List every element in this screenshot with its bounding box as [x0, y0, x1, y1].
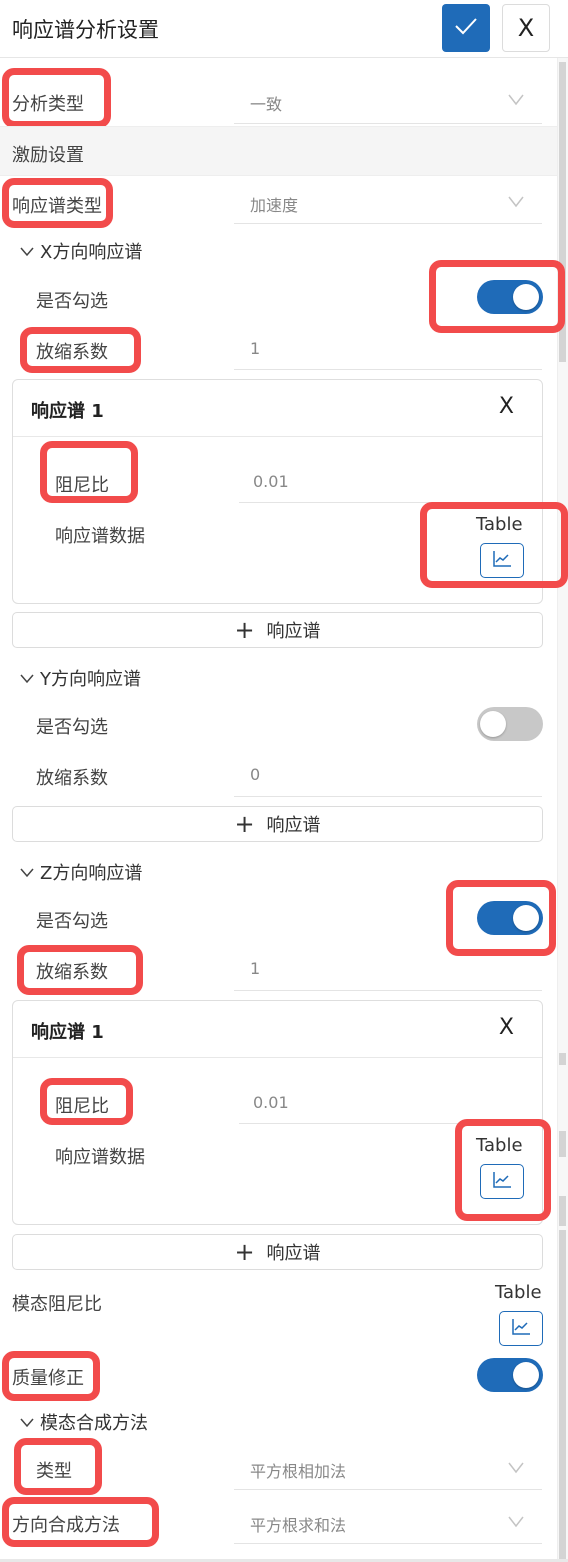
line-chart-icon — [511, 1318, 531, 1340]
chart-button[interactable] — [499, 1311, 543, 1346]
toggle-knob — [480, 711, 506, 737]
damping-ratio-label: 阻尼比 — [55, 475, 109, 496]
z-spectrum-card: 响应谱 1 X 阻尼比 0.01 响应谱数据 Table — [12, 1000, 543, 1225]
line-chart-icon — [492, 550, 512, 572]
y-scale-label: 放缩系数 — [36, 768, 108, 789]
close-button[interactable]: X — [502, 4, 550, 52]
add-spectrum-label: 响应谱 — [266, 1243, 321, 1264]
y-checked-label: 是否勾选 — [36, 717, 108, 738]
analysis-type-label: 分析类型 — [12, 94, 84, 115]
analysis-type-underline — [234, 123, 542, 124]
check-icon — [454, 16, 478, 40]
table-label: Table — [476, 1135, 523, 1156]
z-add-spectrum-button[interactable]: + 响应谱 — [12, 1234, 543, 1270]
modal-damping-label: 模态阻尼比 — [12, 1294, 102, 1315]
z-checked-toggle[interactable] — [477, 901, 543, 935]
spectrum-data-label: 响应谱数据 — [55, 1147, 145, 1168]
z-scale-input[interactable]: 1 — [250, 959, 260, 978]
scrollbar-thumb[interactable] — [559, 62, 566, 362]
modal-combination-header[interactable]: 模态合成方法 — [20, 1409, 148, 1435]
mass-correction-toggle[interactable] — [477, 1358, 543, 1392]
plus-icon: + — [234, 1238, 255, 1266]
scrollbar-marker — [559, 1131, 566, 1157]
chevron-down-icon — [20, 1412, 34, 1433]
x-add-spectrum-button[interactable]: + 响应谱 — [12, 612, 543, 648]
direction-combination-select[interactable]: 平方根求和法 — [250, 1512, 346, 1536]
scrollbar-marker — [559, 1230, 566, 1562]
excitation-section: 激励设置 — [0, 126, 557, 176]
dialog-title: 响应谱分析设置 — [12, 18, 159, 42]
card-header: 响应谱 1 X — [13, 1001, 542, 1058]
y-checked-toggle[interactable] — [477, 707, 543, 741]
x-direction-title: X方向响应谱 — [40, 242, 143, 263]
y-scale-underline — [234, 796, 542, 797]
damping-ratio-underline — [239, 502, 497, 503]
mass-correction-label: 质量修正 — [12, 1368, 84, 1389]
combination-type-underline — [234, 1489, 542, 1490]
card-title: 响应谱 1 — [31, 1022, 104, 1043]
y-direction-title: Y方向响应谱 — [40, 669, 141, 690]
chevron-down-icon — [20, 241, 34, 262]
x-checked-label: 是否勾选 — [36, 291, 108, 312]
spectrum-type-underline — [234, 223, 542, 224]
table-label: Table — [476, 514, 523, 535]
x-scale-input[interactable]: 1 — [250, 339, 260, 358]
direction-combination-label: 方向合成方法 — [12, 1515, 120, 1536]
x-direction-header[interactable]: X方向响应谱 — [20, 238, 142, 264]
analysis-type-select[interactable]: 一致 — [250, 91, 282, 115]
confirm-button[interactable] — [442, 4, 490, 52]
chart-button[interactable] — [480, 1164, 524, 1199]
plus-icon: + — [234, 810, 255, 838]
chevron-down-icon[interactable] — [508, 1516, 524, 1530]
add-spectrum-label: 响应谱 — [266, 621, 321, 642]
z-checked-label: 是否勾选 — [36, 911, 108, 932]
damping-ratio-label: 阻尼比 — [55, 1096, 109, 1117]
direction-combination-underline — [234, 1543, 542, 1544]
chevron-down-icon[interactable] — [508, 196, 524, 210]
modal-combination-title: 模态合成方法 — [40, 1413, 148, 1434]
add-spectrum-label: 响应谱 — [266, 815, 321, 836]
card-close-button[interactable]: X — [499, 1015, 514, 1040]
y-add-spectrum-button[interactable]: + 响应谱 — [12, 806, 543, 842]
combination-type-select[interactable]: 平方根相加法 — [250, 1458, 346, 1482]
damping-ratio-input[interactable]: 0.01 — [253, 472, 289, 491]
scrollbar-marker — [559, 1053, 566, 1065]
damping-ratio-input[interactable]: 0.01 — [253, 1093, 289, 1112]
scrollbar-marker — [559, 1196, 566, 1226]
chart-button[interactable] — [480, 543, 524, 578]
toggle-knob — [513, 284, 539, 310]
scrollbar[interactable] — [557, 58, 568, 1562]
table-label: Table — [495, 1282, 542, 1303]
dialog-header: 响应谱分析设置 X — [0, 0, 568, 58]
card-close-button[interactable]: X — [499, 394, 514, 419]
card-header: 响应谱 1 X — [13, 380, 542, 437]
spectrum-type-select[interactable]: 加速度 — [250, 192, 298, 216]
damping-ratio-underline — [239, 1123, 497, 1124]
spectrum-type-label: 响应谱类型 — [12, 196, 102, 217]
chevron-down-icon — [20, 862, 34, 883]
card-title: 响应谱 1 — [31, 401, 104, 422]
x-spectrum-card: 响应谱 1 X 阻尼比 0.01 响应谱数据 Table — [12, 379, 543, 604]
spectrum-data-label: 响应谱数据 — [55, 526, 145, 547]
chevron-down-icon[interactable] — [508, 94, 524, 108]
x-checked-toggle[interactable] — [477, 280, 543, 314]
z-direction-header[interactable]: Z方向响应谱 — [20, 859, 142, 885]
z-scale-label: 放缩系数 — [36, 962, 108, 983]
toggle-knob — [513, 905, 539, 931]
y-direction-header[interactable]: Y方向响应谱 — [20, 665, 141, 691]
x-scale-underline — [234, 369, 542, 370]
close-icon: X — [517, 14, 535, 42]
chevron-down-icon — [20, 668, 34, 689]
combination-type-label: 类型 — [36, 1461, 72, 1482]
line-chart-icon — [492, 1171, 512, 1193]
z-scale-underline — [234, 990, 542, 991]
y-scale-input[interactable]: 0 — [250, 765, 260, 784]
z-direction-title: Z方向响应谱 — [40, 863, 143, 884]
plus-icon: + — [234, 616, 255, 644]
excitation-section-label: 激励设置 — [12, 145, 84, 166]
x-scale-label: 放缩系数 — [36, 342, 108, 363]
chevron-down-icon[interactable] — [508, 1462, 524, 1476]
toggle-knob — [513, 1362, 539, 1388]
